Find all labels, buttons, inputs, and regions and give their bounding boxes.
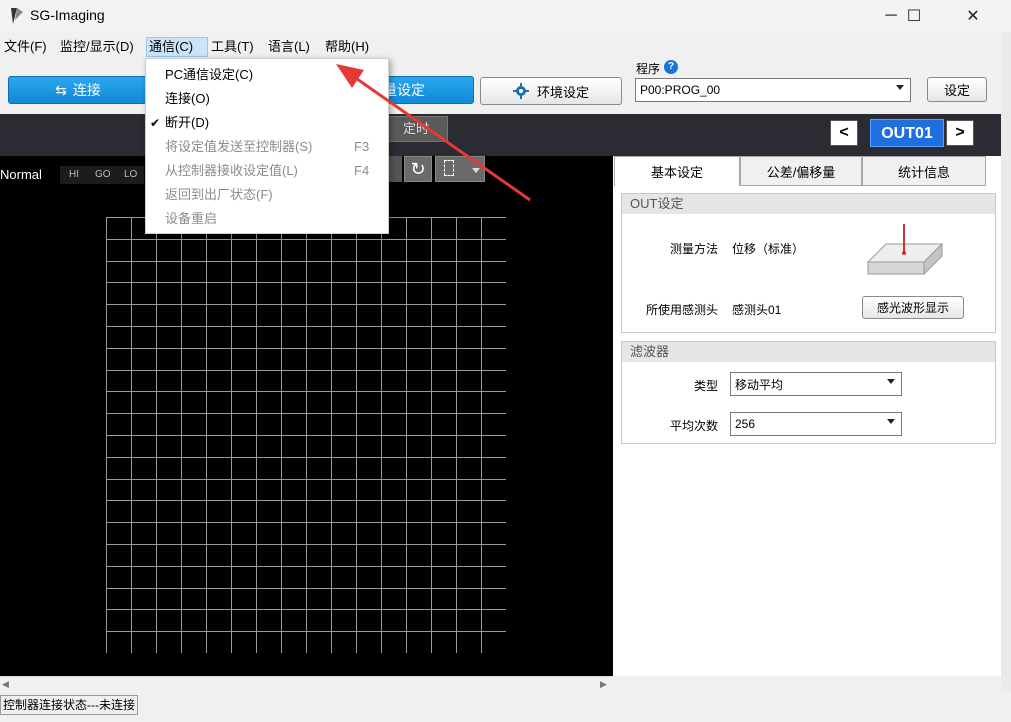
- displacement-diagram-icon: [866, 224, 944, 276]
- window-title: SG-Imaging: [30, 7, 105, 23]
- menu-language[interactable]: 语言(L): [266, 38, 312, 56]
- menu-tools[interactable]: 工具(T): [209, 38, 256, 56]
- red-arrow-annotation: [336, 64, 531, 202]
- out-settings-group: OUT设定 测量方法 位移（标准） 所使用感测头 感测头01 感光波形显示: [621, 193, 996, 333]
- avg-count-label: 平均次数: [670, 419, 719, 433]
- comm-menu-item-label: 将设定值发送至控制器(S): [165, 139, 313, 154]
- method-label: 测量方法: [670, 242, 719, 256]
- avg-count-value: 256: [735, 417, 756, 431]
- app-logo-icon: [11, 8, 23, 24]
- title-bar: [0, 0, 1011, 32]
- horizontal-scrollbar[interactable]: ◀ ▶: [0, 676, 613, 692]
- menu-help[interactable]: 帮助(H): [323, 38, 371, 56]
- swap-arrows-icon: ⇆: [55, 81, 67, 98]
- filter-type-label: 类型: [694, 379, 719, 393]
- program-value: P00:PROG_00: [640, 83, 721, 97]
- comm-menu-item-label: 从控制器接收设定值(L): [165, 163, 298, 178]
- env-settings-label: 环境设定: [536, 84, 589, 100]
- menu-monitor[interactable]: 监控/显示(D): [58, 38, 136, 56]
- judge-hi: HI: [69, 169, 79, 180]
- comm-menu-item-label: 断开(D): [165, 115, 210, 130]
- tab-tolerance-offset[interactable]: 公差/偏移量: [740, 156, 862, 186]
- sensor-label: 所使用感测头: [646, 303, 719, 317]
- connect-button[interactable]: ⇆ 连接: [8, 76, 148, 104]
- status-bar: [0, 692, 1011, 722]
- chevron-down-icon: [887, 419, 895, 424]
- mode-label: Normal: [0, 165, 60, 185]
- sensor-value: 感测头01: [732, 303, 782, 317]
- comm-menu-item-label: 设备重启: [165, 211, 218, 226]
- close-button[interactable]: ✕: [950, 0, 996, 32]
- filter-group: 滤波器 类型 移动平均 平均次数 256: [621, 341, 996, 444]
- comm-menu-item[interactable]: 设备重启: [146, 207, 386, 231]
- menu-file[interactable]: 文件(F): [2, 38, 49, 56]
- scroll-right-icon[interactable]: ▶: [600, 679, 607, 690]
- method-value: 位移（标准）: [732, 242, 805, 256]
- chevron-down-icon: [887, 379, 895, 384]
- comm-menu-item-label: PC通信设定(C): [165, 67, 254, 82]
- filter-type-value: 移动平均: [735, 377, 784, 392]
- judge-lo: LO: [124, 169, 138, 180]
- chevron-down-icon: [896, 85, 904, 90]
- prev-out-button[interactable]: <: [830, 120, 858, 146]
- waveform-display-button[interactable]: 感光波形显示: [862, 296, 964, 319]
- connection-status: 控制器连接状态---未连接: [0, 695, 138, 715]
- next-out-button[interactable]: >: [946, 120, 974, 146]
- avg-count-select[interactable]: 256: [730, 412, 902, 436]
- judge-go: GO: [95, 169, 111, 180]
- out-channel-badge: OUT01: [870, 119, 944, 147]
- filter-title: 滤波器: [622, 342, 995, 362]
- out-settings-title: OUT设定: [622, 194, 995, 214]
- filter-type-select[interactable]: 移动平均: [730, 372, 902, 396]
- vertical-scrollbar[interactable]: [1001, 32, 1011, 692]
- comm-menu-item-label: 返回到出厂状态(F): [165, 187, 273, 202]
- program-select[interactable]: P00:PROG_00: [635, 78, 911, 102]
- connect-label: 连接: [72, 82, 101, 98]
- measurement-grid: [106, 217, 506, 653]
- menu-communication[interactable]: 通信(C): [146, 37, 208, 57]
- tab-statistics[interactable]: 统计信息: [862, 156, 986, 186]
- comm-menu-item-label: 连接(O): [165, 91, 210, 106]
- tab-basic-settings[interactable]: 基本设定: [614, 156, 740, 186]
- program-set-button[interactable]: 设定: [927, 77, 987, 102]
- scroll-left-icon[interactable]: ◀: [2, 679, 9, 690]
- program-label: 程序: [636, 62, 661, 76]
- maximize-button[interactable]: ☐: [891, 0, 937, 32]
- help-question-icon[interactable]: ?: [664, 60, 678, 74]
- check-icon: ✔: [150, 116, 161, 130]
